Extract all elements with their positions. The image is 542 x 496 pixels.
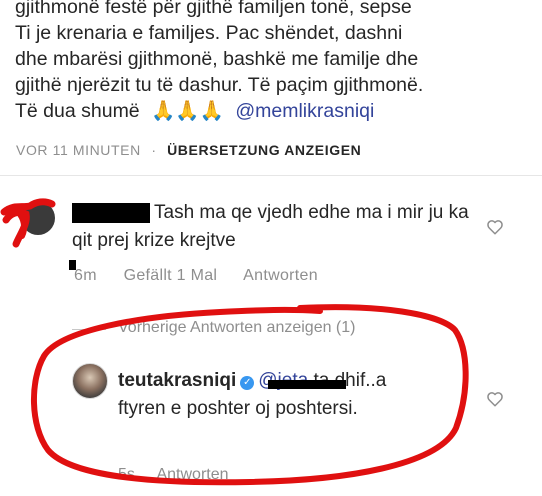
highlight-circle — [30, 304, 469, 486]
